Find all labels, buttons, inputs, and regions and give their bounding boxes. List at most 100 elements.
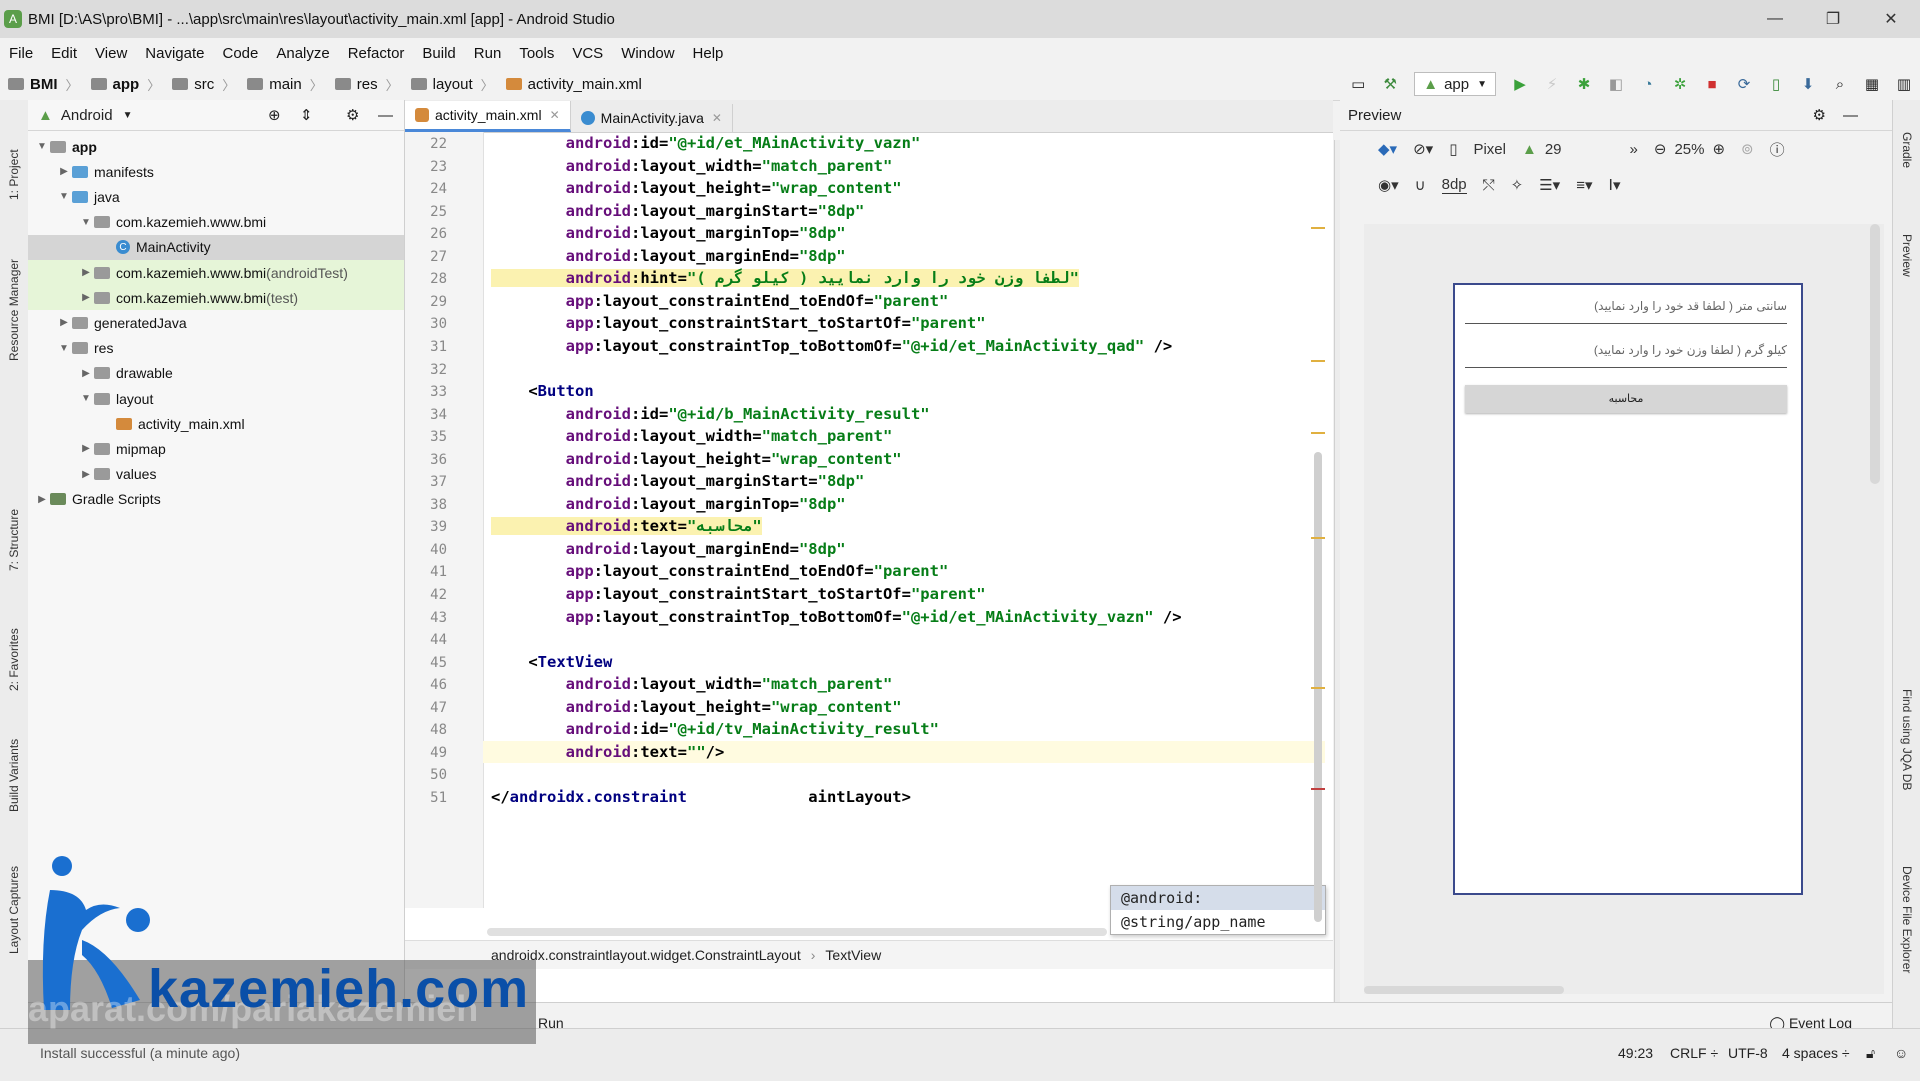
file-encoding[interactable]: UTF-8 [1728,1045,1768,1061]
editor-scrollbar[interactable] [1311,132,1325,922]
collapsed-arrow-icon[interactable]: ▶ [78,292,94,303]
collapse-all-icon[interactable]: ⇕ [300,106,313,124]
tree-item[interactable]: activity_main.xml [28,411,404,436]
breadcrumb-item[interactable]: layout 〉 [403,75,498,94]
more-icon[interactable]: » [1630,141,1638,158]
path-item[interactable]: androidx.constraintlayout.widget.Constra… [491,947,801,963]
locate-icon[interactable]: ⊕ [268,106,281,124]
collapsed-arrow-icon[interactable]: ▶ [78,267,94,278]
tree-item[interactable]: ▼ res [28,336,404,361]
tab-main-activity-java[interactable]: MainActivity.java ✕ [571,104,733,132]
search-icon[interactable]: ⌕ [1829,73,1851,95]
line-separator[interactable]: CRLF ÷ [1670,1045,1718,1061]
project-structure-icon[interactable]: ▦ [1861,73,1883,95]
height-input-preview[interactable]: سانتی متر ( لطفا قد خود را وارد نمایید) [1465,293,1787,324]
clear-constraints-icon[interactable]: ⤲ [1483,177,1495,194]
tree-item[interactable]: ▶ mipmap [28,436,404,461]
menu-refactor[interactable]: Refactor [339,45,414,62]
tab-layout-captures[interactable]: Layout Captures [2,850,26,970]
guidelines-icon[interactable]: Ⅰ▾ [1609,176,1621,194]
margin-value[interactable]: 8dp [1441,176,1467,194]
gear-icon[interactable]: ⚙ [346,106,359,124]
device-preview[interactable]: سانتی متر ( لطفا قد خود را وارد نمایید) … [1453,283,1803,895]
tree-item[interactable]: C MainActivity [28,234,404,260]
menu-file[interactable]: File [0,45,42,62]
gear-icon[interactable]: ⚙ [1813,106,1826,124]
close-button[interactable]: ✕ [1862,9,1920,29]
layers-icon[interactable]: ◆▾ [1378,140,1397,158]
warning-icon[interactable]: ⓘ [1770,139,1785,160]
tree-item[interactable]: ▶ com.kazemieh.www.bmi (test) [28,285,404,311]
expanded-arrow-icon[interactable]: ▼ [56,343,72,354]
tree-item[interactable]: ▶ generatedJava [28,310,404,335]
tab-find-jqa[interactable]: Find using JQA DB [1895,670,1919,810]
tab-activity-main-xml[interactable]: activity_main.xml ✕ [405,101,571,132]
collapsed-arrow-icon[interactable]: ▶ [34,494,50,505]
menu-view[interactable]: View [86,45,136,62]
menu-analyze[interactable]: Analyze [267,45,338,62]
magnet-icon[interactable]: ∪ [1415,176,1426,194]
weight-input-preview[interactable]: کیلو گرم ( لطفا وزن خود را وارد نمایید) [1465,337,1787,368]
restore-button[interactable]: ❐ [1804,9,1862,29]
coverage-icon[interactable]: ◧ [1605,73,1627,95]
project-view-select[interactable]: Android [61,107,113,124]
breadcrumb-item[interactable]: main 〉 [239,75,327,94]
minimize-button[interactable]: — [1746,10,1804,28]
lock-icon[interactable]: 🔓︎ [1866,1045,1875,1062]
pack-icon[interactable]: ☰▾ [1539,176,1560,194]
breadcrumb-item[interactable]: res 〉 [327,75,403,94]
calculate-button-preview[interactable]: محاسبه [1465,385,1787,413]
expanded-arrow-icon[interactable]: ▼ [56,191,72,202]
run-config-select[interactable]: ▲ app ▼ [1414,72,1496,96]
hide-icon[interactable]: — [378,107,393,124]
align-icon[interactable]: ≡▾ [1576,176,1592,194]
tab-gradle[interactable]: Gradle [1895,110,1919,190]
canvas-h-scrollbar[interactable] [1364,986,1564,994]
collapsed-arrow-icon[interactable]: ▶ [78,469,94,480]
menu-vcs[interactable]: VCS [563,45,612,62]
collapsed-arrow-icon[interactable]: ▶ [78,368,94,379]
tab-favorites[interactable]: 2: Favorites [2,610,26,710]
menu-tools[interactable]: Tools [510,45,563,62]
close-icon[interactable]: ✕ [550,108,560,122]
infer-constraints-icon[interactable]: ✧ [1511,176,1524,194]
collapsed-arrow-icon[interactable]: ▶ [78,443,94,454]
eye-icon[interactable]: ◉▾ [1378,176,1399,194]
orientation-icon[interactable]: ⊘▾ [1413,140,1433,158]
tree-item[interactable]: ▶ values [28,462,404,487]
device-icon[interactable]: ▯ [1449,140,1457,158]
profile-icon[interactable]: ◔ [1637,73,1659,95]
hide-icon[interactable]: — [1843,107,1858,124]
tree-item[interactable]: ▶ Gradle Scripts [28,487,404,512]
zoom-in-icon[interactable]: ⊕ [1712,140,1725,158]
collapsed-arrow-icon[interactable]: ▶ [56,317,72,328]
zoom-out-icon[interactable]: ⊖ [1654,140,1667,158]
code-area[interactable]: android:id="@+id/et_MAinActivity_vazn" a… [405,132,1333,908]
stop-icon[interactable]: ■ [1701,73,1723,95]
expanded-arrow-icon[interactable]: ▼ [34,141,50,152]
tree-item[interactable]: ▼ com.kazemieh.www.bmi [28,210,404,235]
breadcrumb-item[interactable]: src 〉 [164,75,239,94]
breadcrumb-item[interactable]: app 〉 [83,75,165,94]
tree-item[interactable]: ▼ app [28,134,404,159]
menu-run[interactable]: Run [465,45,511,62]
path-item[interactable]: TextView [825,947,881,963]
attach-debugger-icon[interactable]: ✲ [1669,73,1691,95]
run-icon[interactable]: ▶ [1509,73,1531,95]
tab-project[interactable]: 1: Project [2,130,26,220]
tree-item[interactable]: ▼ layout [28,386,404,411]
horizontal-scrollbar[interactable] [487,928,1107,936]
menu-window[interactable]: Window [612,45,683,62]
api-select[interactable]: 29 [1545,141,1562,158]
avd-manager-icon[interactable]: ▯ [1765,73,1787,95]
debug-icon[interactable]: ✱ [1573,73,1595,95]
tab-build-variants[interactable]: Build Variants [2,720,26,830]
menu-help[interactable]: Help [684,45,733,62]
breadcrumb-item[interactable]: BMI 〉 [0,75,83,94]
tab-structure[interactable]: 7: Structure [2,490,26,590]
tree-item[interactable]: ▶ drawable [28,361,404,386]
menu-code[interactable]: Code [213,45,267,62]
chevron-down-icon[interactable]: ▼ [123,110,133,121]
autocomplete-item[interactable]: @string/app_name [1111,910,1325,934]
tab-device-file-explorer[interactable]: Device File Explorer [1895,840,1919,1000]
